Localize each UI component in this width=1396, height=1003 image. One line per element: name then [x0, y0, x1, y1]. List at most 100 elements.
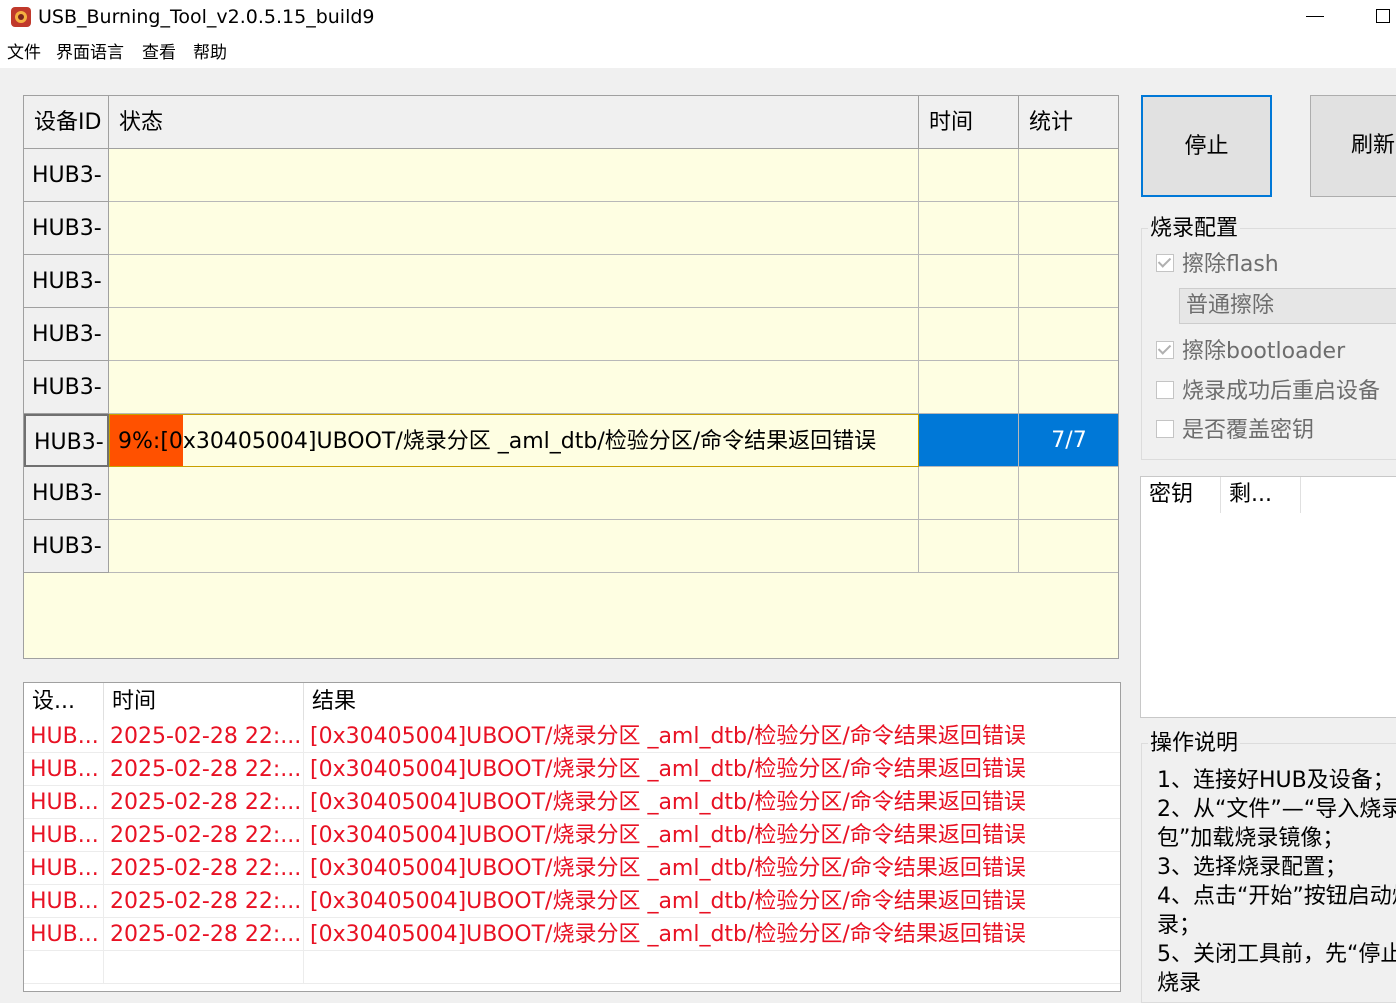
checkbox-icon: [1156, 420, 1174, 438]
menu-help[interactable]: 帮助: [193, 42, 227, 64]
log-time: 2025-02-28 22:...: [104, 852, 304, 885]
stats-cell: [1019, 520, 1118, 573]
erase-bootloader-checkbox[interactable]: 擦除bootloader: [1156, 337, 1345, 367]
device-row[interactable]: HUB3-: [24, 255, 1118, 308]
log-result: [0x30405004]UBOOT/烧录分区 _aml_dtb/检验分区/命令结…: [304, 786, 1120, 819]
status-cell: [109, 308, 919, 361]
device-id-cell: HUB3-: [24, 520, 109, 573]
checkbox-checked-icon: [1156, 341, 1174, 359]
log-column-device[interactable]: 设...: [24, 683, 104, 720]
erase-bootloader-label: 擦除bootloader: [1182, 339, 1346, 364]
title-bar: USB_Burning_Tool_v2.0.5.15_build9: [0, 0, 1396, 36]
log-device: HUB...: [24, 720, 104, 753]
column-stats[interactable]: 统计: [1019, 96, 1118, 149]
checkbox-checked-icon: [1156, 254, 1174, 272]
log-result: [0x30405004]UBOOT/烧录分区 _aml_dtb/检验分区/命令结…: [304, 852, 1120, 885]
stats-cell: 7/7: [1019, 414, 1118, 467]
log-row[interactable]: HUB... 2025-02-28 22:... [0x30405004]UBO…: [24, 786, 1120, 819]
log-device: HUB...: [24, 852, 104, 885]
log-device: HUB...: [24, 918, 104, 951]
status-cell: 9%:[0x30405004]UBOOT/烧录分区 _aml_dtb/检验分区/…: [109, 414, 919, 467]
erase-flash-checkbox[interactable]: 擦除flash: [1156, 250, 1279, 280]
menu-view[interactable]: 查看: [142, 42, 176, 64]
device-id-cell: HUB3-: [24, 255, 109, 308]
log-result: [0x30405004]UBOOT/烧录分区 _aml_dtb/检验分区/命令结…: [304, 819, 1120, 852]
checkbox-icon: [1156, 381, 1174, 399]
grid-header: 设备ID 状态 时间 统计: [24, 96, 1118, 149]
log-time: 2025-02-28 22:...: [104, 885, 304, 918]
device-row[interactable]: HUB3-: [24, 467, 1118, 520]
reboot-after-checkbox[interactable]: 烧录成功后重启设备: [1156, 377, 1380, 407]
instruction-line: 录；: [1157, 913, 1202, 938]
log-result-empty: [304, 951, 1120, 984]
device-id-cell: HUB3-: [24, 467, 109, 520]
log-row[interactable]: HUB... 2025-02-28 22:... [0x30405004]UBO…: [24, 852, 1120, 885]
stats-cell: [1019, 467, 1118, 520]
burn-config-title: 烧录配置: [1148, 215, 1241, 243]
column-time[interactable]: 时间: [919, 96, 1019, 149]
status-cell: [109, 520, 919, 573]
maximize-icon[interactable]: [1360, 0, 1396, 36]
log-row[interactable]: HUB... 2025-02-28 22:... [0x30405004]UBO…: [24, 918, 1120, 951]
device-row[interactable]: HUB3-: [24, 361, 1118, 414]
key-table[interactable]: 密钥 剩...: [1140, 476, 1396, 718]
stats-cell: [1019, 149, 1118, 202]
status-text: 9%:[0x30405004]UBOOT/烧录分区 _aml_dtb/检验分区/…: [118, 429, 877, 454]
device-row[interactable]: HUB3-: [24, 202, 1118, 255]
stats-cell: [1019, 361, 1118, 414]
log-device-empty: [24, 951, 104, 984]
status-cell: [109, 361, 919, 414]
device-row[interactable]: HUB3-: [24, 149, 1118, 202]
log-row[interactable]: HUB... 2025-02-28 22:... [0x30405004]UBO…: [24, 720, 1120, 753]
reboot-after-label: 烧录成功后重启设备: [1182, 379, 1381, 404]
device-grid[interactable]: 设备ID 状态 时间 统计 HUB3- HUB3- HUB3- HUB3- HU…: [23, 95, 1119, 659]
log-column-time[interactable]: 时间: [104, 683, 304, 720]
minimize-icon[interactable]: [1292, 0, 1338, 36]
stats-cell: [1019, 202, 1118, 255]
log-result: [0x30405004]UBOOT/烧录分区 _aml_dtb/检验分区/命令结…: [304, 885, 1120, 918]
window-title: USB_Burning_Tool_v2.0.5.15_build9: [38, 6, 375, 28]
device-id-cell: HUB3-: [24, 149, 109, 202]
log-list[interactable]: 设... 时间 结果 HUB... 2025-02-28 22:... [0x3…: [23, 682, 1121, 992]
log-time: 2025-02-28 22:...: [104, 819, 304, 852]
overwrite-key-checkbox[interactable]: 是否覆盖密钥: [1156, 416, 1314, 446]
device-row[interactable]: HUB3-: [24, 520, 1118, 573]
column-device-id[interactable]: 设备ID: [24, 96, 109, 149]
log-device: HUB...: [24, 786, 104, 819]
menu-file[interactable]: 文件: [7, 42, 41, 64]
instruction-line: 5、关闭工具前，先“停止”: [1157, 942, 1396, 967]
log-time: 2025-02-28 22:...: [104, 918, 304, 951]
log-device: HUB...: [24, 753, 104, 786]
erase-mode-select[interactable]: 普通擦除: [1179, 288, 1396, 324]
menu-language[interactable]: 界面语言: [56, 42, 124, 64]
instruction-line: 3、选择烧录配置；: [1157, 855, 1347, 880]
refresh-button[interactable]: 刷新: [1310, 95, 1396, 197]
status-cell: [109, 255, 919, 308]
log-time: 2025-02-28 22:...: [104, 753, 304, 786]
time-cell: [919, 149, 1019, 202]
device-row-active[interactable]: HUB3- 9%:[0x30405004]UBOOT/烧录分区 _aml_dtb…: [24, 414, 1118, 467]
stop-button[interactable]: 停止: [1141, 95, 1272, 197]
menu-bar: 文件 界面语言 查看 帮助: [0, 36, 1396, 68]
time-cell: [919, 467, 1019, 520]
device-id-cell: HUB3-: [24, 202, 109, 255]
key-column-remaining[interactable]: 剩...: [1221, 477, 1301, 513]
stats-cell: [1019, 308, 1118, 361]
erase-flash-label: 擦除flash: [1182, 252, 1279, 277]
status-cell: [109, 149, 919, 202]
time-cell: [919, 308, 1019, 361]
log-column-result[interactable]: 结果: [304, 683, 1120, 720]
time-cell: [919, 414, 1019, 467]
key-column-key[interactable]: 密钥: [1141, 477, 1221, 513]
log-row[interactable]: HUB... 2025-02-28 22:... [0x30405004]UBO…: [24, 753, 1120, 786]
log-device: HUB...: [24, 885, 104, 918]
log-result: [0x30405004]UBOOT/烧录分区 _aml_dtb/检验分区/命令结…: [304, 720, 1120, 753]
column-status[interactable]: 状态: [109, 96, 919, 149]
device-row[interactable]: HUB3-: [24, 308, 1118, 361]
log-time: 2025-02-28 22:...: [104, 786, 304, 819]
log-row[interactable]: HUB... 2025-02-28 22:... [0x30405004]UBO…: [24, 885, 1120, 918]
log-row-empty: [24, 951, 1120, 984]
log-row[interactable]: HUB... 2025-02-28 22:... [0x30405004]UBO…: [24, 819, 1120, 852]
log-time-empty: [104, 951, 304, 984]
time-cell: [919, 202, 1019, 255]
